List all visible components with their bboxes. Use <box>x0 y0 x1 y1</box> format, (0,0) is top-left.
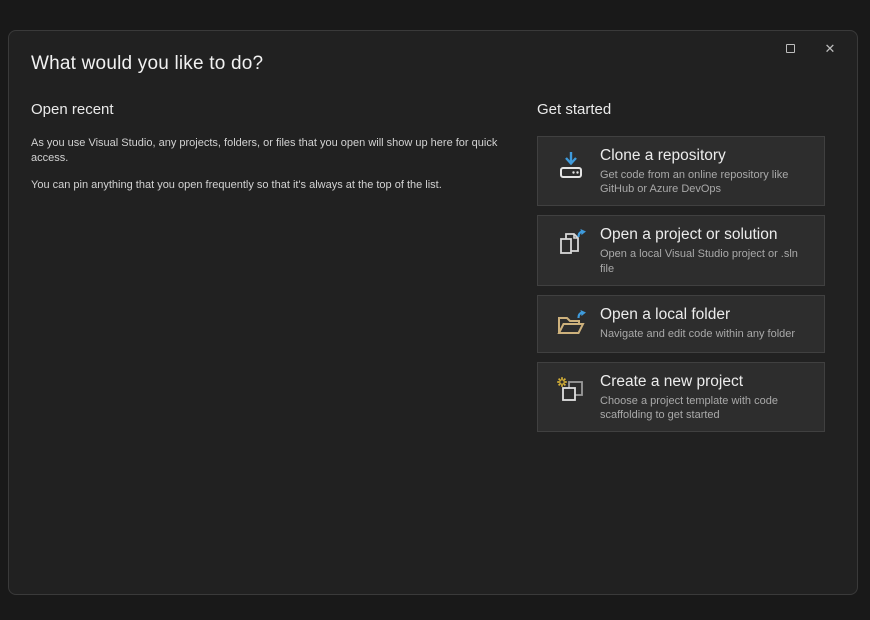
maximize-icon <box>786 44 795 53</box>
new-project-card[interactable]: Create a new project Choose a project te… <box>537 362 825 432</box>
start-window-dialog: ✕ What would you like to do? Open recent… <box>8 30 858 595</box>
open-project-subtitle: Open a local Visual Studio project or .s… <box>600 247 814 276</box>
clone-repository-card[interactable]: Clone a repository Get code from an onli… <box>537 136 825 206</box>
new-project-icon <box>554 374 588 408</box>
page-title: What would you like to do? <box>31 53 263 75</box>
open-folder-card[interactable]: Open a local folder Navigate and edit co… <box>537 295 825 353</box>
open-project-card[interactable]: Open a project or solution Open a local … <box>537 215 825 285</box>
get-started-cards: Clone a repository Get code from an onli… <box>537 136 825 432</box>
open-recent-hint-line1: As you use Visual Studio, any projects, … <box>31 136 523 166</box>
get-started-section: Get started Clone a reposit <box>537 101 825 432</box>
maximize-button[interactable] <box>777 37 803 59</box>
new-project-title: Create a new project <box>600 373 814 391</box>
clone-repository-subtitle: Get code from an online repository like … <box>600 168 814 197</box>
open-recent-hint-line2: You can pin anything that you open frequ… <box>31 178 523 193</box>
open-folder-icon <box>554 307 588 341</box>
open-folder-subtitle: Navigate and edit code within any folder <box>600 327 814 341</box>
open-recent-heading: Open recent <box>31 101 523 118</box>
open-project-title: Open a project or solution <box>600 226 814 244</box>
close-button[interactable]: ✕ <box>817 37 843 59</box>
clone-repository-icon <box>554 148 588 182</box>
new-project-subtitle: Choose a project template with code scaf… <box>600 394 814 423</box>
close-icon: ✕ <box>825 42 836 55</box>
get-started-heading: Get started <box>537 101 825 118</box>
desktop-background: ✕ What would you like to do? Open recent… <box>0 0 870 620</box>
open-project-icon <box>554 227 588 261</box>
window-controls: ✕ <box>777 37 843 59</box>
open-folder-title: Open a local folder <box>600 306 814 324</box>
clone-repository-title: Clone a repository <box>600 147 814 165</box>
open-recent-section: Open recent As you use Visual Studio, an… <box>31 101 523 205</box>
